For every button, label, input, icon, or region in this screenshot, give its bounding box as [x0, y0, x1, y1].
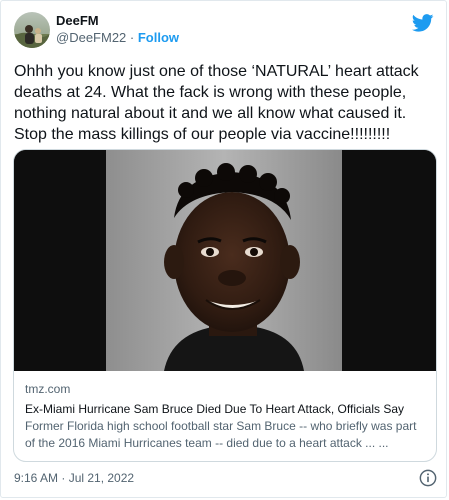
avatar[interactable]	[14, 12, 50, 48]
info-icon[interactable]	[419, 469, 437, 487]
twitter-bird-icon[interactable]	[412, 14, 434, 32]
avatar-image	[14, 12, 50, 48]
tweet-text: Ohhh you know just one of those ‘NATURAL…	[14, 63, 424, 143]
display-name[interactable]: DeeFM	[56, 12, 179, 29]
card-description: Former Florida high school football star…	[25, 419, 417, 450]
card-domain: tmz.com	[25, 382, 71, 396]
link-card[interactable]: tmz.com Ex-Miami Hurricane Sam Bruce Die…	[13, 149, 437, 462]
card-title[interactable]: Ex-Miami Hurricane Sam Bruce Died Due To…	[25, 401, 427, 418]
user-info: DeeFM @DeeFM22 · Follow	[56, 12, 179, 47]
card-meta: tmz.com Ex-Miami Hurricane Sam Bruce Die…	[25, 381, 427, 452]
card-image	[14, 150, 436, 371]
handle-separator: ·	[126, 30, 138, 45]
user-handle[interactable]: @DeeFM22	[56, 30, 126, 45]
timestamp[interactable]: 9:16 AM · Jul 21, 2022	[14, 470, 134, 486]
mugshot-photo	[14, 150, 436, 371]
follow-button[interactable]: Follow	[138, 30, 179, 45]
tweet-embed: DeeFM @DeeFM22 · Follow Ohhh you know ju…	[0, 0, 447, 498]
tweet-footer: 9:16 AM · Jul 21, 2022	[14, 469, 439, 489]
handle-line: @DeeFM22 · Follow	[56, 29, 179, 47]
tweet-header: DeeFM @DeeFM22 · Follow	[14, 12, 434, 52]
